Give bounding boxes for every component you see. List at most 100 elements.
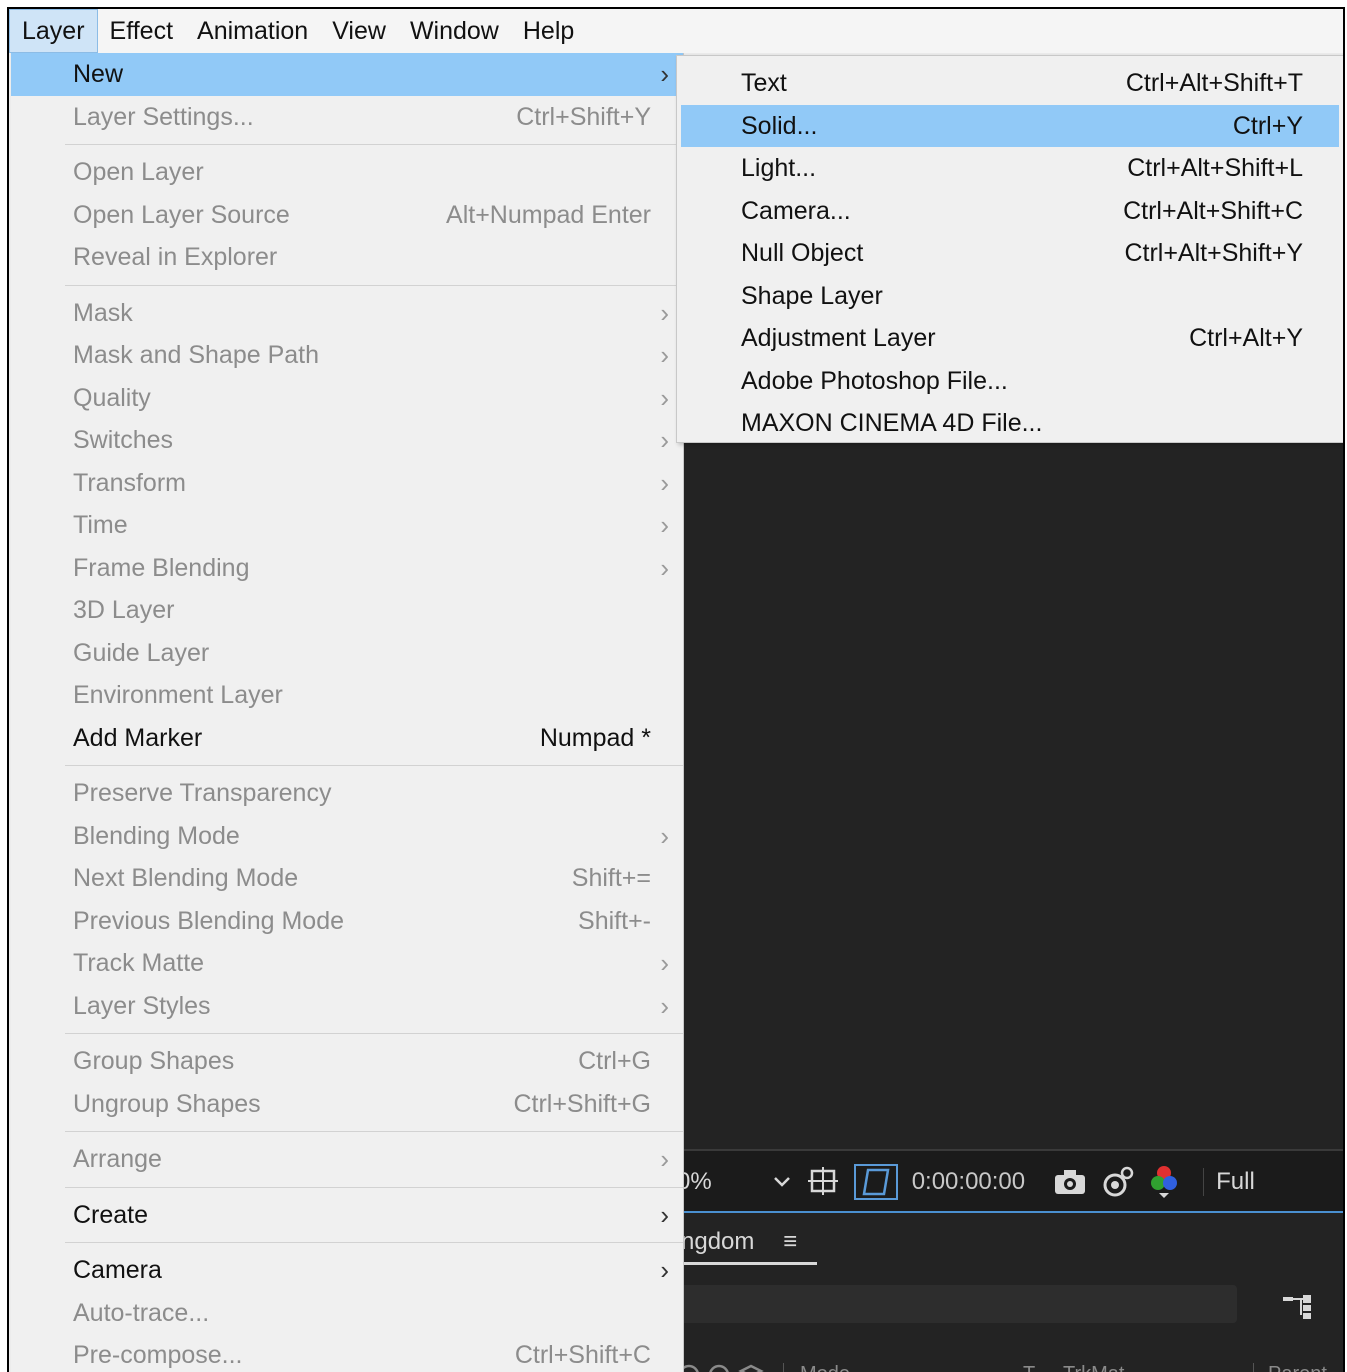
- menu-separator: [65, 144, 683, 145]
- menu-item-mask[interactable]: Mask ›: [11, 292, 683, 335]
- submenu-item-label: MAXON CINEMA 4D File...: [741, 409, 1043, 437]
- menu-item-arrange[interactable]: Arrange ›: [11, 1138, 683, 1181]
- menu-item-time[interactable]: Time ›: [11, 504, 683, 547]
- submenu-item-null-object[interactable]: Null Object Ctrl+Alt+Shift+Y: [681, 232, 1339, 275]
- menu-item-shortcut: Ctrl+Shift+G: [513, 1089, 651, 1118]
- menu-item-open-layer[interactable]: Open Layer: [11, 151, 683, 194]
- menu-item-3d-layer[interactable]: 3D Layer: [11, 589, 683, 632]
- menu-layer[interactable]: Layer: [9, 9, 98, 53]
- menu-separator: [65, 284, 683, 286]
- tab-menu-icon[interactable]: ≡: [783, 1228, 797, 1255]
- menu-item-label: Reveal in Explorer: [73, 243, 278, 271]
- menu-item-layer-styles[interactable]: Layer Styles ›: [11, 985, 683, 1028]
- menu-item-next-blending-mode[interactable]: Next Blending Mode Shift+=: [11, 857, 683, 900]
- timeline-tabbar: ngdom ≡: [673, 1219, 1343, 1269]
- menu-item-group-shapes[interactable]: Group Shapes Ctrl+G: [11, 1040, 683, 1083]
- submenu-item-photoshop-file[interactable]: Adobe Photoshop File...: [681, 360, 1339, 403]
- menu-item-guide-layer[interactable]: Guide Layer: [11, 632, 683, 675]
- submenu-item-shape-layer[interactable]: Shape Layer: [681, 275, 1339, 318]
- menu-item-label: Layer Settings...: [73, 102, 254, 131]
- submenu-arrow-icon: ›: [660, 510, 669, 540]
- submenu-arrow-icon: ›: [660, 297, 669, 328]
- col-parent: Parent &: [1253, 1363, 1343, 1372]
- menu-item-shortcut: Alt+Numpad Enter: [446, 200, 651, 229]
- menu-item-label: Guide Layer: [73, 638, 210, 667]
- menu-item-auto-trace[interactable]: Auto-trace...: [11, 1292, 683, 1335]
- menu-item-open-layer-source[interactable]: Open Layer Source Alt+Numpad Enter: [11, 194, 683, 237]
- timeline-column-headers: Mode T TrkMat Parent &: [673, 1353, 1343, 1372]
- menu-item-create[interactable]: Create ›: [11, 1194, 683, 1237]
- submenu-arrow-icon: ›: [660, 340, 669, 370]
- col-t: T: [1023, 1363, 1035, 1372]
- menu-item-label: Mask: [73, 298, 133, 327]
- submenu-item-shortcut: Ctrl+Y: [1232, 111, 1303, 140]
- menu-item-label: Time: [73, 511, 128, 539]
- menu-item-label: Blending Mode: [73, 821, 240, 850]
- app-window: Layer Effect Animation View Window Help …: [7, 7, 1345, 1372]
- menu-item-label: Layer Styles: [73, 991, 211, 1020]
- submenu-item-label: Text: [741, 69, 787, 97]
- menu-item-pre-compose[interactable]: Pre-compose... Ctrl+Shift+C: [11, 1334, 683, 1372]
- submenu-item-shortcut: Ctrl+Alt+Shift+Y: [1124, 239, 1303, 267]
- resolution-dropdown[interactable]: Full: [1203, 1168, 1255, 1196]
- comp-flowchart-icon[interactable]: [1281, 1293, 1315, 1330]
- menu-item-new-label: New: [73, 60, 124, 88]
- menu-item-transform[interactable]: Transform ›: [11, 462, 683, 505]
- menu-item-camera[interactable]: Camera ›: [11, 1249, 683, 1292]
- menu-item-add-marker[interactable]: Add Marker Numpad *: [11, 717, 683, 760]
- timeline-search-input[interactable]: [677, 1285, 1237, 1323]
- menu-item-shortcut: Ctrl+Shift+C: [514, 1341, 651, 1369]
- color-channels-icon[interactable]: [1149, 1165, 1179, 1199]
- menu-item-layer-settings[interactable]: Layer Settings... Ctrl+Shift+Y: [11, 96, 683, 139]
- timecode-display[interactable]: 0:00:00:00: [912, 1168, 1025, 1196]
- region-of-interest-icon[interactable]: [806, 1165, 840, 1199]
- submenu-item-label: Adjustment Layer: [741, 324, 936, 352]
- menu-item-blending-mode[interactable]: Blending Mode ›: [11, 815, 683, 858]
- menu-item-label: Mask and Shape Path: [73, 341, 319, 369]
- menu-item-environment-layer[interactable]: Environment Layer: [11, 674, 683, 717]
- menu-item-preserve-transparency[interactable]: Preserve Transparency: [11, 772, 683, 815]
- menu-item-new[interactable]: New ›: [11, 53, 683, 96]
- submenu-item-camera[interactable]: Camera... Ctrl+Alt+Shift+C: [681, 190, 1339, 233]
- submenu-item-cinema4d-file[interactable]: MAXON CINEMA 4D File...: [681, 402, 1339, 445]
- menu-item-quality[interactable]: Quality ›: [11, 377, 683, 420]
- submenu-item-text[interactable]: Text Ctrl+Alt+Shift+T: [681, 62, 1339, 105]
- show-snapshot-icon[interactable]: [1101, 1165, 1135, 1199]
- submenu-item-adjustment-layer[interactable]: Adjustment Layer Ctrl+Alt+Y: [681, 317, 1339, 360]
- menu-item-label: Camera: [73, 1256, 162, 1284]
- menu-item-label: Switches: [73, 426, 174, 454]
- transparency-grid-icon[interactable]: [853, 1164, 898, 1200]
- submenu-arrow-icon: ›: [660, 1255, 669, 1285]
- new-submenu: Text Ctrl+Alt+Shift+T Solid... Ctrl+Y Li…: [676, 55, 1343, 445]
- menu-separator: [65, 1186, 683, 1188]
- timeline-tab[interactable]: ngdom ≡: [673, 1224, 818, 1265]
- menu-help[interactable]: Help: [511, 9, 586, 53]
- visibility-switches-icon[interactable]: [677, 1363, 777, 1372]
- snapshot-camera-icon[interactable]: [1053, 1168, 1087, 1196]
- menu-effect[interactable]: Effect: [98, 9, 185, 53]
- layer-menu-dropdown: New › Layer Settings... Ctrl+Shift+Y Ope…: [11, 53, 684, 1372]
- menu-separator: [65, 1242, 683, 1243]
- menu-window[interactable]: Window: [398, 9, 511, 53]
- submenu-arrow-icon: ›: [660, 382, 669, 413]
- menu-item-track-matte[interactable]: Track Matte ›: [11, 942, 683, 985]
- submenu-item-light[interactable]: Light... Ctrl+Alt+Shift+L: [681, 147, 1339, 190]
- menu-item-mask-and-shape-path[interactable]: Mask and Shape Path ›: [11, 334, 683, 377]
- menu-item-previous-blending-mode[interactable]: Previous Blending Mode Shift+-: [11, 900, 683, 943]
- panel-divider: [673, 1211, 1343, 1213]
- menu-item-reveal-in-explorer[interactable]: Reveal in Explorer: [11, 236, 683, 279]
- submenu-arrow-icon: ›: [660, 59, 669, 89]
- submenu-item-label: Camera...: [741, 196, 851, 225]
- menu-item-switches[interactable]: Switches ›: [11, 419, 683, 462]
- submenu-item-solid[interactable]: Solid... Ctrl+Y: [681, 104, 1339, 147]
- menu-item-label: Quality: [73, 383, 151, 412]
- zoom-dropdown-chevron-icon[interactable]: [772, 1175, 792, 1189]
- col-trkmat: TrkMat: [1063, 1363, 1124, 1372]
- menu-item-frame-blending[interactable]: Frame Blending ›: [11, 547, 683, 590]
- menu-animation[interactable]: Animation: [185, 9, 320, 53]
- menu-item-label: Ungroup Shapes: [73, 1089, 261, 1118]
- submenu-item-label: Light...: [741, 154, 817, 182]
- menu-view[interactable]: View: [320, 9, 398, 53]
- menu-item-label: Pre-compose...: [73, 1341, 243, 1369]
- menu-item-ungroup-shapes[interactable]: Ungroup Shapes Ctrl+Shift+G: [11, 1083, 683, 1126]
